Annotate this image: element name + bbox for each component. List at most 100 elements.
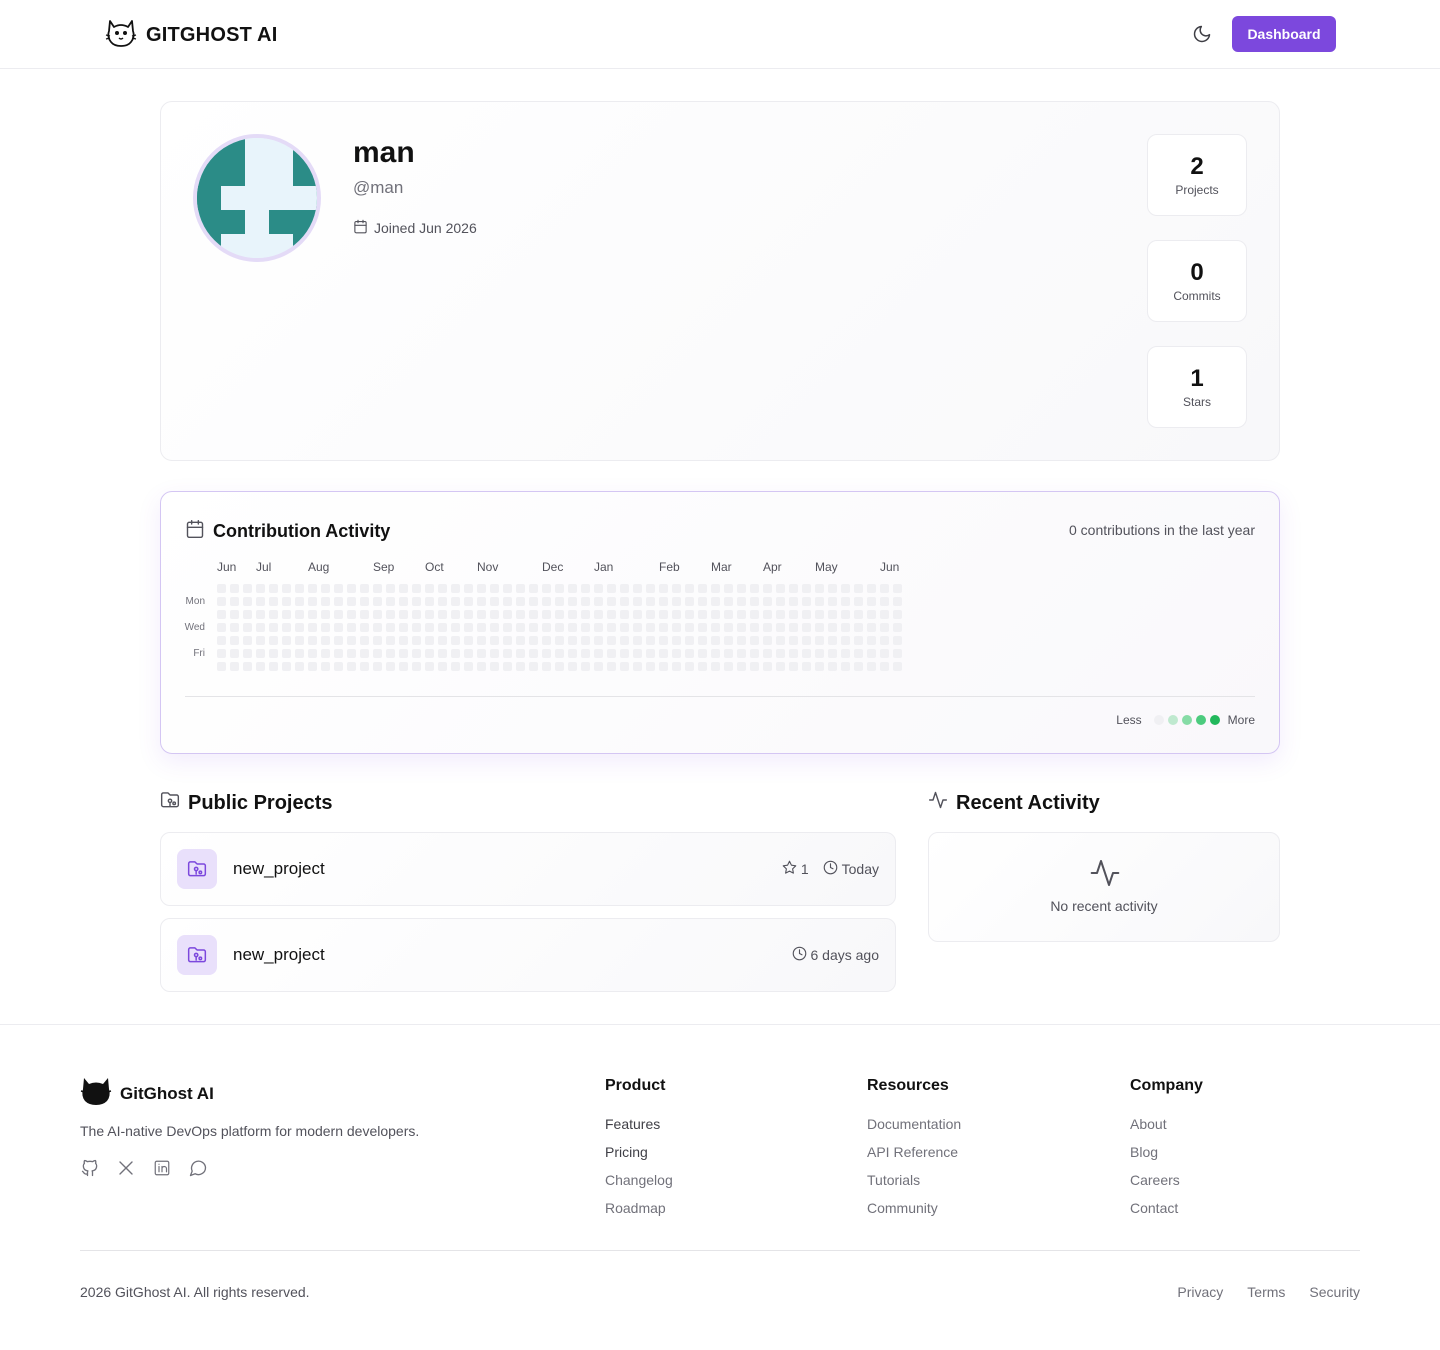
project-stars: 1 [782, 860, 809, 878]
contribution-cell [893, 649, 902, 658]
contribution-cell [802, 649, 811, 658]
chat-icon[interactable] [188, 1158, 208, 1178]
month-label: Jun [217, 560, 237, 574]
footer-brand[interactable]: GitGhost AI [80, 1075, 214, 1112]
month-label: Apr [763, 560, 782, 574]
footer-link-pricing[interactable]: Pricing [605, 1142, 673, 1170]
contribution-cell [802, 662, 811, 671]
footer-link-api-reference[interactable]: API Reference [867, 1142, 961, 1170]
footer-link-privacy[interactable]: Privacy [1177, 1284, 1223, 1300]
footer-link-features[interactable]: Features [605, 1114, 673, 1142]
footer-link-contact[interactable]: Contact [1130, 1198, 1203, 1226]
footer-link-security[interactable]: Security [1309, 1284, 1360, 1300]
contribution-cell [854, 623, 863, 632]
contribution-cell [789, 636, 798, 645]
contribution-cell [685, 662, 694, 671]
contribution-cell [425, 649, 434, 658]
contribution-cell [542, 623, 551, 632]
contribution-cell [321, 636, 330, 645]
contribution-cell [841, 584, 850, 593]
contribution-cell [893, 597, 902, 606]
contribution-title: Contribution Activity [185, 519, 390, 544]
footer-column-title: Product [605, 1077, 666, 1094]
contribution-cell [828, 597, 837, 606]
contribution-cell [438, 597, 447, 606]
stat-value: 0 [1190, 259, 1204, 286]
contribution-cell [685, 610, 694, 619]
contribution-cell [815, 649, 824, 658]
contribution-cell [594, 597, 603, 606]
footer-column-title: Resources [867, 1077, 949, 1094]
contribution-cell [607, 610, 616, 619]
contribution-cell [503, 597, 512, 606]
contribution-cell [295, 662, 304, 671]
contribution-cell [711, 662, 720, 671]
contribution-cell [854, 610, 863, 619]
project-card[interactable]: new_project 6 days ago [160, 918, 896, 992]
contribution-cell [737, 636, 746, 645]
footer-link-terms[interactable]: Terms [1247, 1284, 1285, 1300]
linkedin-icon[interactable] [152, 1158, 172, 1178]
contribution-cell [737, 662, 746, 671]
footer-link-careers[interactable]: Careers [1130, 1170, 1203, 1198]
project-card[interactable]: new_project 1 Today [160, 832, 896, 906]
contribution-cell [841, 636, 850, 645]
contribution-cell [256, 584, 265, 593]
contribution-cell [841, 649, 850, 658]
contribution-cell [737, 597, 746, 606]
contribution-cell [490, 662, 499, 671]
contribution-cell [594, 623, 603, 632]
contribution-cell [321, 610, 330, 619]
contribution-cell [334, 584, 343, 593]
footer-link-community[interactable]: Community [867, 1198, 961, 1226]
contribution-cell [282, 649, 291, 658]
contribution-cell [646, 610, 655, 619]
contribution-cell [217, 584, 226, 593]
contribution-cell [412, 623, 421, 632]
footer-link-tutorials[interactable]: Tutorials [867, 1170, 961, 1198]
stat-label: Commits [1173, 289, 1221, 303]
contribution-cell [685, 636, 694, 645]
legal-links: Privacy Terms Security [1177, 1284, 1360, 1300]
contribution-cell [893, 636, 902, 645]
contribution-cell [282, 636, 291, 645]
contribution-cell [464, 662, 473, 671]
contribution-cell [373, 636, 382, 645]
avatar [193, 134, 321, 262]
contribution-cell [451, 636, 460, 645]
contribution-grid [217, 584, 907, 679]
project-folder-icon [177, 935, 217, 975]
contribution-cell [620, 662, 629, 671]
dashboard-button[interactable]: Dashboard [1232, 16, 1336, 52]
contribution-cell [880, 597, 889, 606]
footer-link-blog[interactable]: Blog [1130, 1142, 1203, 1170]
contribution-cell [321, 623, 330, 632]
contribution-cell [672, 662, 681, 671]
github-icon[interactable] [80, 1158, 100, 1178]
footer-link-changelog[interactable]: Changelog [605, 1170, 673, 1198]
contribution-cell [815, 636, 824, 645]
brand-logo-link[interactable]: GITGHOST AI [104, 17, 277, 54]
social-links [80, 1158, 208, 1178]
x-icon[interactable] [116, 1158, 136, 1178]
contribution-cell [477, 610, 486, 619]
footer-link-documentation[interactable]: Documentation [867, 1114, 961, 1142]
project-name[interactable]: new_project [233, 945, 325, 965]
contribution-cell [867, 610, 876, 619]
footer-link-about[interactable]: About [1130, 1114, 1203, 1142]
contribution-cell [867, 662, 876, 671]
contribution-cell [737, 623, 746, 632]
contribution-cell [646, 623, 655, 632]
footer-link-roadmap[interactable]: Roadmap [605, 1198, 673, 1226]
contribution-cell [399, 623, 408, 632]
contribution-cell [633, 636, 642, 645]
project-name[interactable]: new_project [233, 859, 325, 879]
contribution-cell [412, 649, 421, 658]
theme-toggle-moon-icon[interactable] [1189, 21, 1215, 47]
contribution-cell [620, 649, 629, 658]
contribution-cell [399, 662, 408, 671]
contribution-cell [230, 584, 239, 593]
contribution-cell [503, 623, 512, 632]
stat-value: 1 [1190, 365, 1204, 392]
contribution-cell [256, 649, 265, 658]
